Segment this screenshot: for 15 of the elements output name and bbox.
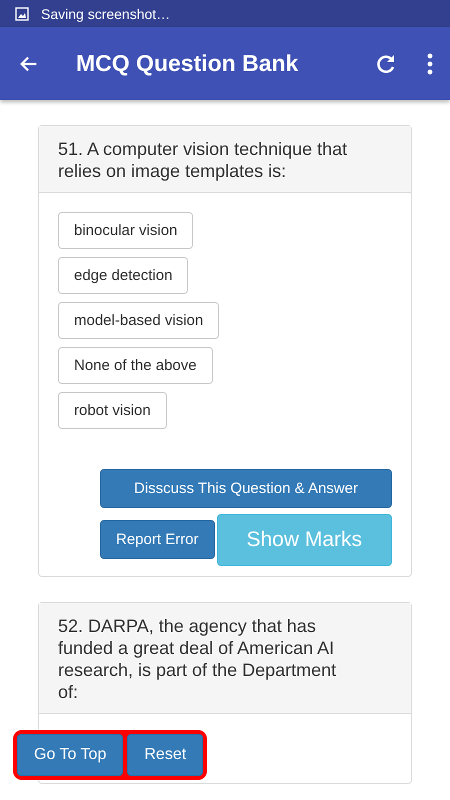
answer-option[interactable]: edge detection <box>58 257 188 294</box>
report-error-button[interactable]: Report Error <box>100 520 215 559</box>
answer-option[interactable]: robot vision <box>58 392 167 429</box>
answer-option[interactable]: model-based vision <box>58 302 220 339</box>
answer-option[interactable]: None of the above <box>58 347 213 384</box>
reset-button[interactable]: Reset <box>127 734 204 776</box>
discuss-button[interactable]: Disscuss This Question & Answer <box>100 469 392 508</box>
answer-option[interactable]: binocular vision <box>58 212 194 249</box>
go-to-top-button[interactable]: Go To Top <box>17 734 124 776</box>
question-text: 52. DARPA, the agency that has funded a great deal of American AI research, is part of the Department of: <box>58 615 338 703</box>
more-icon <box>426 52 434 76</box>
app-title: MCQ Question Bank <box>76 50 300 77</box>
question-text: 51. A computer vision technique that relies on image templates is: <box>58 138 348 182</box>
image-icon <box>15 6 29 20</box>
notification-text: Saving screenshot… <box>41 6 170 22</box>
